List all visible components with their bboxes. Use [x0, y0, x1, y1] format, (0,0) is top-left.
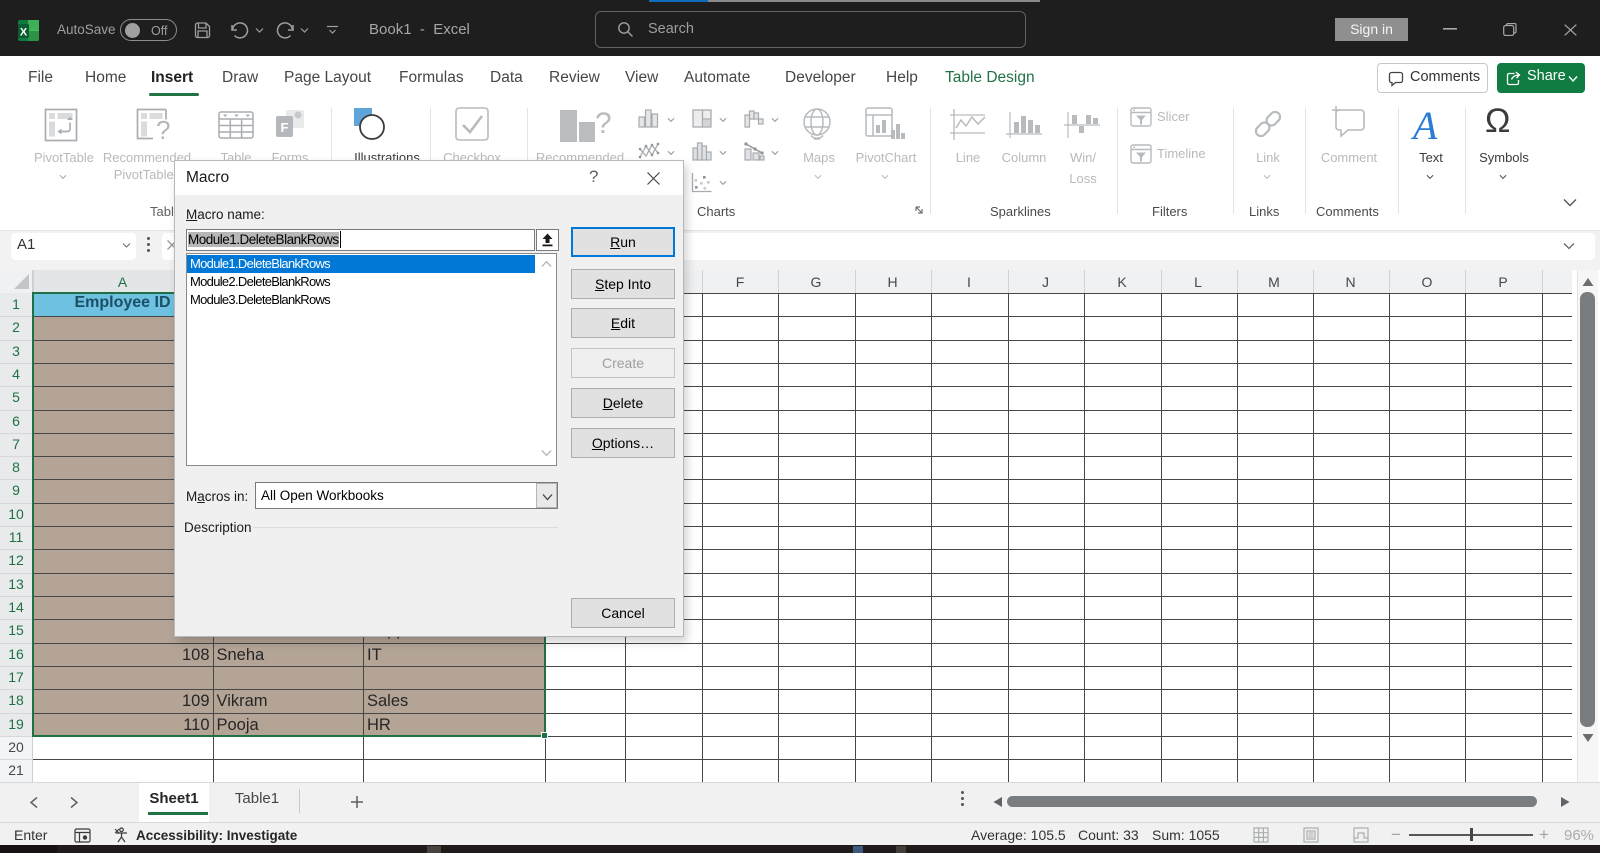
svg-text:?: ? — [156, 115, 170, 142]
svg-text:X: X — [20, 27, 28, 39]
svg-text:F: F — [281, 120, 289, 135]
svg-text:?: ? — [595, 107, 612, 140]
